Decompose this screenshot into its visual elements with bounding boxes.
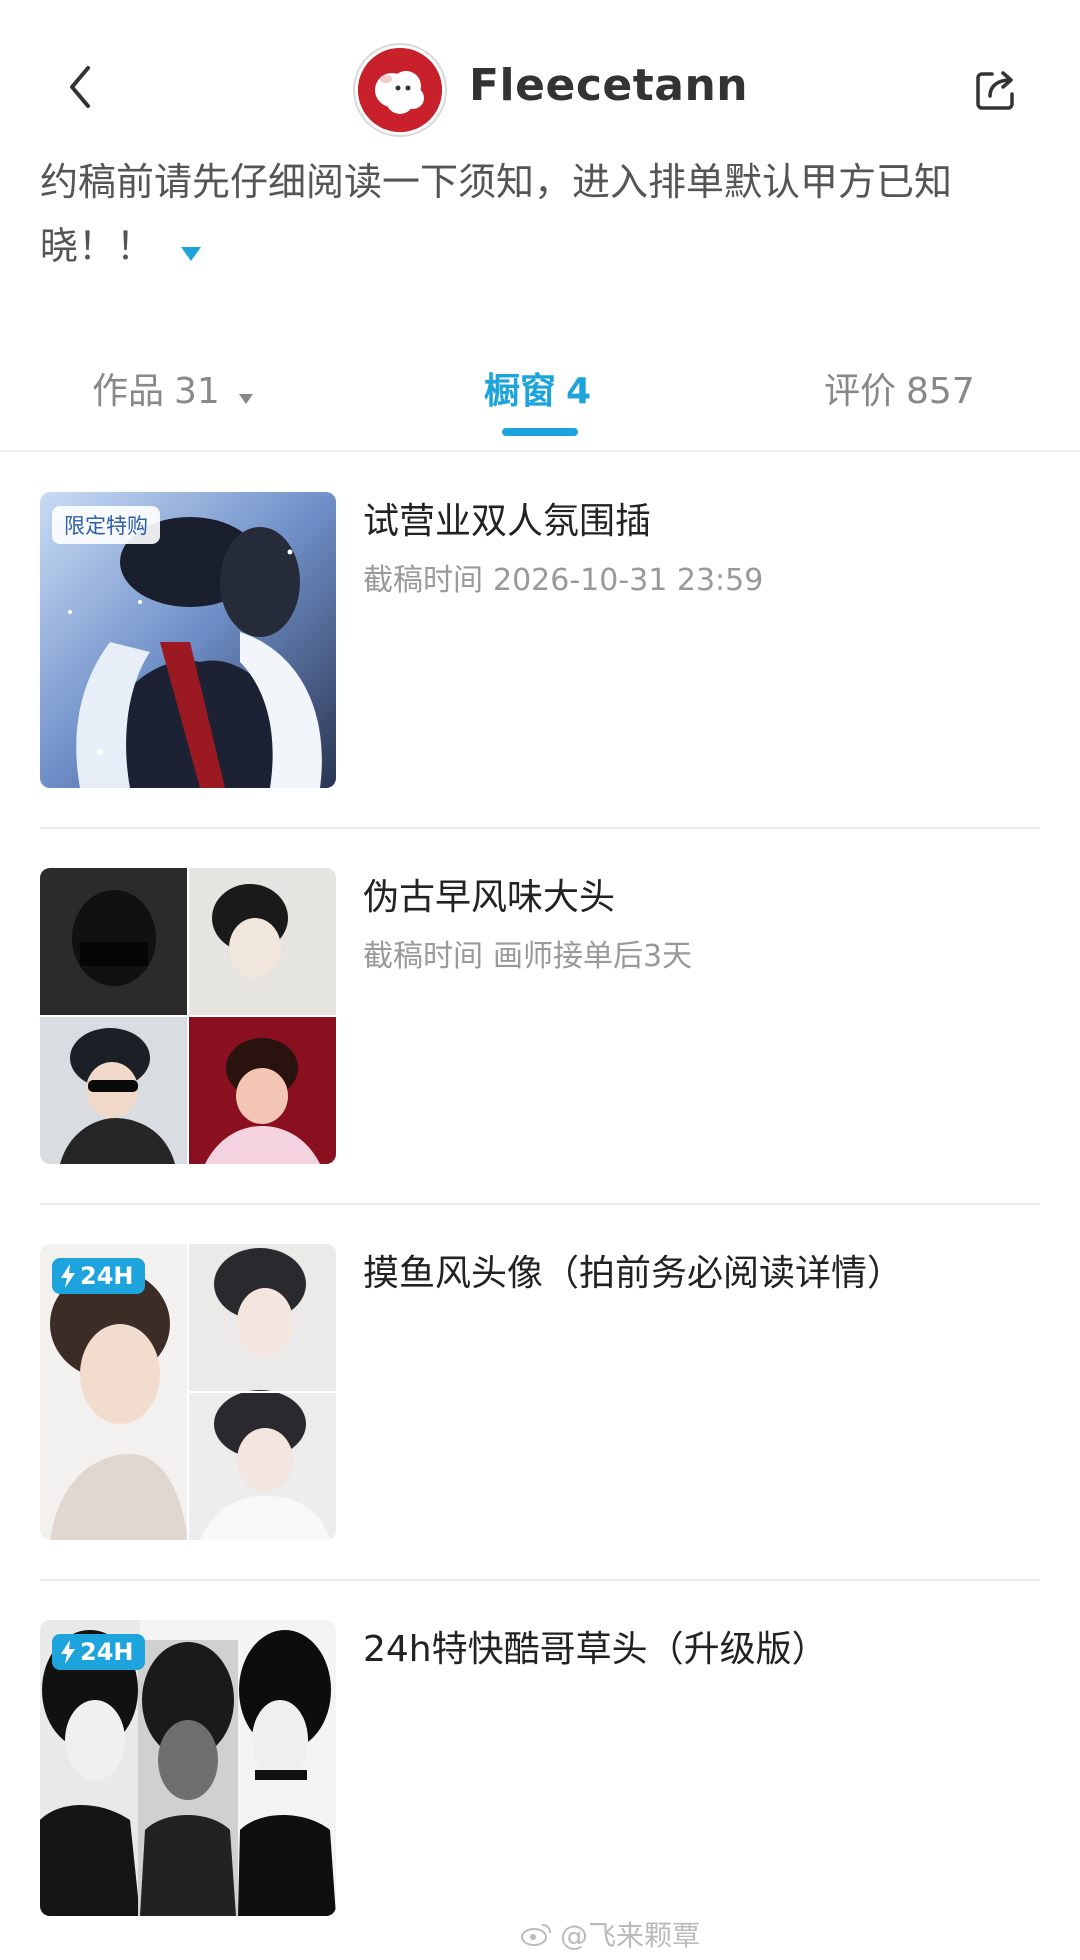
badge-label: 24H — [80, 1638, 134, 1666]
expand-triangle-icon — [181, 246, 202, 261]
item-deadline: 截稿时间 画师接单后3天 — [363, 931, 692, 975]
expand-button[interactable] — [180, 217, 202, 281]
express-badge: 24H — [52, 1258, 146, 1294]
share-button[interactable] — [972, 66, 1020, 114]
item-title: 24h特快酷哥草头（升级版） — [363, 1629, 828, 1670]
item-title: 伪古早风味大头 — [363, 877, 616, 918]
tab-dropdown-icon — [238, 373, 254, 414]
tab-label: 作品 — [92, 371, 165, 412]
watermark: @飞来颗覃 — [520, 1914, 700, 1954]
tab-showcase[interactable]: 橱窗 4 — [484, 362, 591, 414]
tab-label: 橱窗 — [484, 371, 557, 412]
weibo-logo-icon — [521, 1924, 551, 1946]
deadline-value: 2026-10-31 23:59 — [493, 563, 764, 598]
profile-header: Fleecetann — [0, 0, 1080, 170]
divider — [40, 1579, 1040, 1581]
profile-tabs: 作品 31 橱窗 4 评价 857 — [0, 340, 1080, 452]
limited-badge: 限定特购 — [52, 506, 160, 544]
item-thumbnail: 24H — [40, 1620, 336, 1916]
list-item[interactable]: 24H 摸鱼风头像（拍前务必阅读详情） — [40, 1207, 1040, 1583]
lightning-icon — [61, 1640, 75, 1664]
deadline-value: 画师接单后3天 — [493, 939, 693, 974]
badge-label: 24H — [80, 1262, 134, 1290]
username: Fleecetann — [469, 60, 749, 111]
tab-count: 4 — [566, 371, 592, 412]
tab-count: 857 — [906, 371, 975, 412]
item-deadline: 截稿时间 2026-10-31 23:59 — [363, 555, 763, 599]
tab-reviews[interactable]: 评价 857 — [824, 362, 975, 414]
express-badge: 24H — [52, 1634, 146, 1670]
list-item[interactable]: 伪古早风味大头 截稿时间 画师接单后3天 — [40, 831, 1040, 1207]
active-tab-indicator — [502, 428, 578, 436]
profile-notice: 约稿前请先仔细阅读一下须知，进入排单默认甲方已知晓！！ — [40, 150, 1000, 281]
item-thumbnail — [40, 868, 336, 1164]
tab-count: 31 — [174, 371, 220, 412]
divider — [40, 1203, 1040, 1205]
item-thumbnail: 限定特购 — [40, 492, 336, 788]
item-title: 摸鱼风头像（拍前务必阅读详情） — [363, 1253, 904, 1294]
watermark-text: @飞来颗覃 — [560, 1919, 701, 1952]
lightning-icon — [61, 1264, 75, 1288]
share-icon — [976, 71, 1014, 110]
sheep-avatar-icon — [358, 48, 442, 132]
deadline-label: 截稿时间 — [363, 563, 483, 598]
item-thumbnail: 24H — [40, 1244, 336, 1540]
list-item[interactable]: 限定特购 试营业双人氛围插 截稿时间 2026-10-31 23:59 — [40, 455, 1040, 831]
artwork-image — [40, 868, 336, 1164]
deadline-label: 截稿时间 — [363, 939, 483, 974]
tab-label: 评价 — [824, 371, 897, 412]
back-button[interactable] — [58, 62, 108, 112]
list-item[interactable]: 24H 24h特快酷哥草头（升级版） — [40, 1583, 1040, 1959]
back-chevron-icon — [70, 66, 90, 108]
item-title: 试营业双人氛围插 — [363, 501, 652, 542]
divider — [40, 827, 1040, 829]
avatar[interactable] — [358, 48, 442, 132]
tab-works[interactable]: 作品 31 — [92, 362, 254, 414]
notice-text: 约稿前请先仔细阅读一下须知，进入排单默认甲方已知晓！！ — [40, 160, 953, 268]
